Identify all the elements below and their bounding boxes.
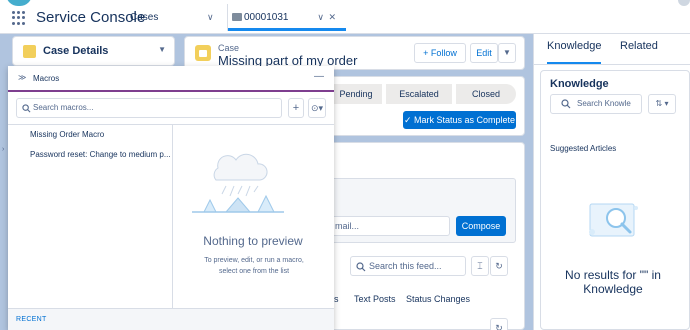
chevron-down-icon[interactable]: ∨ (207, 4, 214, 31)
feed-tab-text-posts[interactable]: Text Posts (354, 294, 396, 304)
search-icon (22, 102, 31, 120)
logo-icon (6, 0, 32, 6)
macros-title: Macros (33, 74, 60, 83)
knowledge-search-input[interactable]: Search Knowle (550, 94, 642, 114)
feed-search-input[interactable]: Search this feed... (350, 256, 466, 276)
more-actions-button[interactable]: ▼ (498, 43, 516, 63)
case-icon (23, 45, 36, 58)
divider (172, 124, 173, 308)
case-details-title: Case Details (43, 45, 109, 57)
refresh-icon[interactable]: ↻ (490, 256, 508, 276)
edit-button[interactable]: Edit (470, 43, 498, 63)
email-field[interactable]: mail... (320, 216, 450, 236)
tab-case-record[interactable]: 00001031 ∨ ✕ (228, 4, 346, 31)
avatar[interactable] (678, 0, 690, 6)
case-icon (232, 13, 242, 21)
macros-panel: ≫ Macros — Search macros... + ⊙▾ Missing… (8, 66, 334, 330)
check-icon: ✓ (403, 115, 414, 125)
macro-search-placeholder: Search macros... (33, 103, 94, 112)
path-stage-escalated[interactable]: Escalated (386, 84, 452, 104)
path-stage-closed[interactable]: Closed (456, 84, 516, 104)
divider (8, 124, 334, 125)
chevron-down-icon[interactable]: ∨ (317, 4, 324, 31)
preview-empty-title: Nothing to preview (203, 234, 303, 248)
compose-button[interactable]: Compose (456, 216, 506, 236)
feed-search-placeholder: Search this feed... (369, 261, 442, 271)
recent-label: RECENT (16, 316, 47, 323)
mark-complete-label: Mark Status as Complete (414, 115, 516, 125)
feed-tab-all[interactable]: s (334, 294, 339, 304)
tab-case-record-label: 00001031 (244, 12, 289, 23)
plus-icon: + (423, 48, 431, 58)
recent-section[interactable]: RECENT (8, 308, 334, 330)
refresh-icon[interactable]: ↻ (490, 318, 508, 330)
app-launcher-icon[interactable] (12, 11, 26, 25)
case-icon (195, 45, 211, 61)
tab-cases-label: Cases (130, 12, 159, 23)
sort-icon[interactable]: ⇅ ▾ (648, 94, 676, 114)
history-icon[interactable]: ⊙▾ (308, 98, 326, 118)
knowledge-title: Knowledge (550, 78, 609, 90)
object-label: Case (218, 43, 240, 53)
close-icon[interactable]: ✕ (328, 4, 336, 31)
add-macro-button[interactable]: + (288, 98, 304, 118)
macros-icon: ≫ (18, 73, 27, 82)
empty-preview-illustration-icon (188, 146, 288, 219)
tab-related[interactable]: Related (620, 40, 658, 64)
follow-button[interactable]: + Follow (414, 43, 466, 63)
mark-complete-button[interactable]: ✓ Mark Status as Complete (403, 111, 516, 129)
macros-header: ≫ Macros — (8, 66, 334, 92)
tab-divider (533, 64, 690, 65)
search-icon (356, 260, 366, 278)
filter-icon[interactable]: ⌶ (471, 256, 489, 276)
preview-empty-subtitle: To preview, edit, or run a macro, select… (204, 257, 304, 275)
suggested-articles-label: Suggested Articles (550, 144, 617, 153)
macro-search-input[interactable]: Search macros... (16, 98, 282, 118)
knowledge-empty-message: No results for "" in Knowledge (565, 268, 661, 296)
feed-tab-status-changes[interactable]: Status Changes (406, 294, 470, 304)
knowledge-search-placeholder: Search Knowle (577, 99, 631, 108)
macro-list-item[interactable]: Missing Order Macro (30, 130, 104, 139)
macro-list-item[interactable]: Password reset: Change to medium p... (30, 150, 171, 159)
case-details-card: Case Details ▼ (12, 36, 175, 66)
minimize-icon[interactable]: — (314, 71, 324, 82)
chevron-down-icon: ▼ (503, 48, 511, 57)
chevron-down-icon[interactable]: ▼ (158, 45, 166, 54)
follow-label: Follow (430, 48, 457, 58)
tab-knowledge[interactable]: Knowledge (547, 40, 602, 64)
path-stage-pending[interactable]: Pending (330, 84, 382, 104)
no-results-illustration-icon (586, 196, 642, 249)
global-header: Service Console Cases ∨ 00001031 ∨ ✕ (0, 0, 690, 34)
collapse-handle[interactable]: › (2, 146, 4, 153)
search-icon (561, 98, 571, 116)
